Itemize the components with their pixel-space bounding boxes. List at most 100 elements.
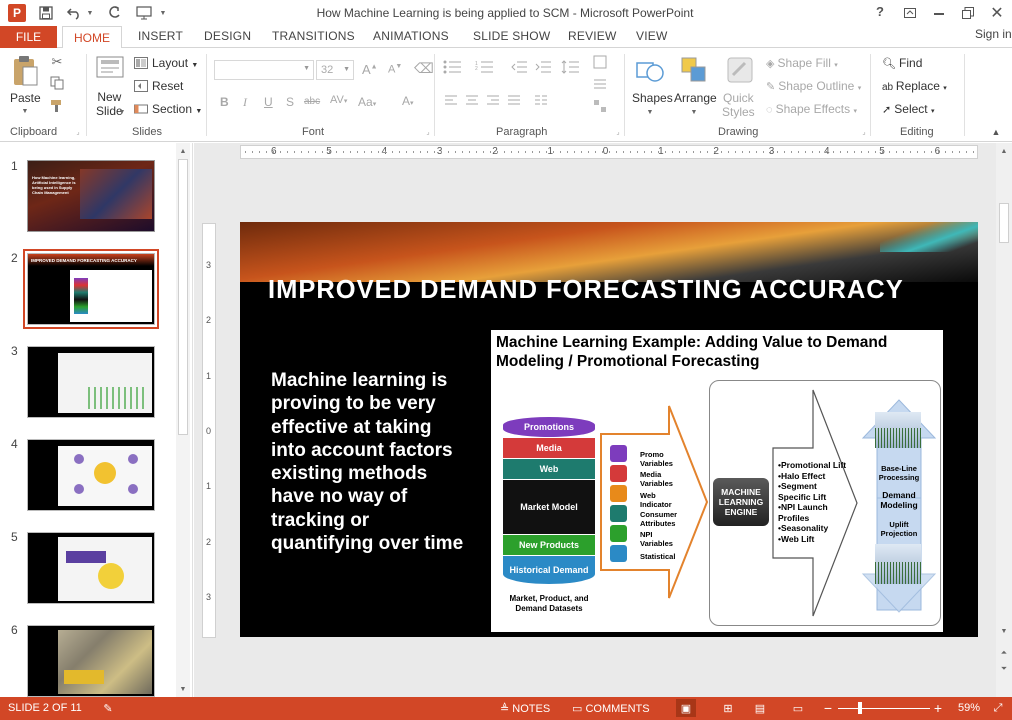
slide-counter[interactable]: SLIDE 2 OF 11 <box>8 702 82 714</box>
reset-button[interactable]: Reset <box>152 79 183 93</box>
normal-view-icon[interactable]: ▣ <box>676 699 696 717</box>
slide-show-icon[interactable]: ▭ <box>788 699 808 717</box>
tab-file[interactable]: FILE <box>0 26 57 48</box>
zoom-slider-thumb[interactable] <box>858 702 862 714</box>
arrange-icon[interactable] <box>678 54 710 86</box>
change-case-icon[interactable]: Aa▾ <box>358 95 376 109</box>
quick-styles-button[interactable]: Quick Styles <box>722 91 755 119</box>
shadow-icon[interactable]: S <box>286 95 294 109</box>
restore-icon[interactable] <box>960 5 976 21</box>
cut-icon[interactable]: ✂ <box>48 54 66 70</box>
slide-sorter-icon[interactable]: ⊞ <box>718 699 738 717</box>
clipboard-launcher-icon[interactable]: ⌟ <box>74 128 82 136</box>
slide-thumbnail-3[interactable] <box>27 346 155 418</box>
slide-thumbnail-4[interactable] <box>27 439 155 511</box>
slide-thumbnail-1[interactable]: How Machine learning, Artificial Intelli… <box>27 160 155 232</box>
save-icon[interactable] <box>38 5 54 21</box>
minimize-icon[interactable] <box>934 13 944 15</box>
clear-formatting-icon[interactable]: ⌫ <box>414 60 434 77</box>
zoom-out-icon[interactable]: − <box>822 699 834 717</box>
numbering-icon[interactable]: 12 <box>474 58 496 76</box>
paste-button[interactable]: Paste <box>10 91 41 105</box>
shapes-dropdown-icon[interactable]: ▼ <box>646 108 654 116</box>
drawing-launcher-icon[interactable]: ⌟ <box>860 128 868 136</box>
paste-dropdown-icon[interactable]: ▼ <box>20 107 30 115</box>
underline-icon[interactable]: U <box>264 95 273 109</box>
align-left-icon[interactable] <box>442 92 460 108</box>
shapes-icon[interactable] <box>634 54 666 86</box>
tab-review[interactable]: REVIEW <box>568 29 617 43</box>
line-spacing-icon[interactable] <box>560 58 582 76</box>
layout-button[interactable]: Layout ▼ <box>152 56 198 70</box>
align-center-icon[interactable] <box>463 92 481 108</box>
convert-to-smartart-icon[interactable] <box>592 98 608 114</box>
character-spacing-icon[interactable]: AV▾ <box>330 94 347 106</box>
slide-thumbnail-5[interactable] <box>27 532 155 604</box>
shape-outline-button[interactable]: ✎ Shape Outline ▾ <box>766 79 861 93</box>
zoom-slider-track[interactable] <box>838 708 930 709</box>
new-slide-dropdown-icon[interactable]: ▼ <box>118 108 126 116</box>
columns-icon[interactable] <box>532 92 550 108</box>
tab-view[interactable]: VIEW <box>636 29 667 43</box>
sign-in-link[interactable]: Sign in <box>975 27 1012 41</box>
ribbon-display-options-icon[interactable] <box>902 5 918 21</box>
bullets-icon[interactable] <box>442 58 464 76</box>
shape-fill-button[interactable]: ◈ Shape Fill ▾ <box>766 56 838 70</box>
scroll-up-icon[interactable]: ▲ <box>999 147 1009 155</box>
justify-icon[interactable] <box>505 92 523 108</box>
font-size-dropdown[interactable]: 32 ▼ <box>316 60 354 80</box>
ml-figure[interactable]: Machine Learning Example: Adding Value t… <box>491 330 943 632</box>
decrease-font-size-icon[interactable]: A▼ <box>388 63 402 76</box>
arrange-dropdown-icon[interactable]: ▼ <box>690 108 698 116</box>
scroll-down-icon[interactable]: ▼ <box>999 627 1009 635</box>
increase-indent-icon[interactable] <box>534 58 552 76</box>
next-slide-icon[interactable]: ⏷ <box>999 663 1009 675</box>
redo-icon[interactable] <box>104 5 124 21</box>
section-button[interactable]: Section ▼ <box>152 102 202 116</box>
slide-thumbnail-2[interactable]: IMPROVED DEMAND FORECASTING ACCURACY <box>27 253 155 325</box>
quick-styles-icon[interactable] <box>724 54 756 86</box>
fit-slide-icon[interactable]: ⤢ <box>990 700 1006 716</box>
slide-title[interactable]: IMPROVED DEMAND FORECASTING ACCURACY <box>268 276 904 305</box>
new-slide-icon[interactable] <box>94 54 126 82</box>
help-icon[interactable]: ? <box>876 4 884 19</box>
scrollbar-thumb[interactable] <box>178 159 188 435</box>
spelling-icon[interactable]: ✎ <box>100 701 116 716</box>
tab-insert[interactable]: INSERT <box>138 29 183 43</box>
reading-view-icon[interactable]: ▤ <box>750 699 770 717</box>
powerpoint-logo-icon[interactable]: P <box>8 4 26 22</box>
bold-icon[interactable]: B <box>220 95 229 109</box>
zoom-level[interactable]: 59% <box>958 702 980 714</box>
comments-button[interactable]: ▭ COMMENTS <box>572 702 650 715</box>
notes-button[interactable]: ≜ NOTES <box>500 702 550 715</box>
tab-design[interactable]: DESIGN <box>204 29 251 43</box>
align-text-icon[interactable] <box>592 76 608 92</box>
increase-font-size-icon[interactable]: A▲ <box>362 62 378 77</box>
tab-animations[interactable]: ANIMATIONS <box>373 29 449 43</box>
editor-scrollbar[interactable]: ▲ ▼ ⏶ ⏷ <box>996 143 1012 697</box>
thumbnail-scrollbar[interactable]: ▲ ▼ <box>176 143 190 697</box>
strikethrough-icon[interactable]: abc <box>304 96 320 107</box>
slide-thumbnail-6[interactable] <box>27 625 155 697</box>
tab-slide-show[interactable]: SLIDE SHOW <box>473 29 550 43</box>
paste-icon[interactable] <box>10 54 40 88</box>
shapes-button[interactable]: Shapes <box>632 91 673 105</box>
close-icon[interactable]: ✕ <box>988 4 1006 22</box>
scroll-down-icon[interactable]: ▼ <box>178 685 188 693</box>
previous-slide-icon[interactable]: ⏶ <box>999 647 1009 659</box>
scrollbar-thumb[interactable] <box>999 203 1009 243</box>
find-button[interactable]: 🔍︎ Find <box>882 56 922 70</box>
undo-dropdown-icon[interactable]: ▼ <box>86 5 94 21</box>
align-right-icon[interactable] <box>484 92 502 108</box>
shape-effects-button[interactable]: ◌ Shape Effects ▾ <box>766 102 857 116</box>
slide-body-text[interactable]: Machine learning is proving to be very e… <box>271 369 471 555</box>
font-color-icon[interactable]: A▾ <box>402 94 414 108</box>
italic-icon[interactable]: I <box>243 95 247 110</box>
select-button[interactable]: ➚ Select ▾ <box>882 102 935 116</box>
zoom-in-icon[interactable]: + <box>932 699 944 717</box>
collapse-ribbon-icon[interactable]: ▲ <box>990 126 1002 138</box>
start-from-beginning-icon[interactable] <box>134 5 154 21</box>
scroll-up-icon[interactable]: ▲ <box>178 147 188 155</box>
font-family-dropdown[interactable]: ▼ <box>214 60 314 80</box>
format-painter-icon[interactable] <box>48 98 66 114</box>
